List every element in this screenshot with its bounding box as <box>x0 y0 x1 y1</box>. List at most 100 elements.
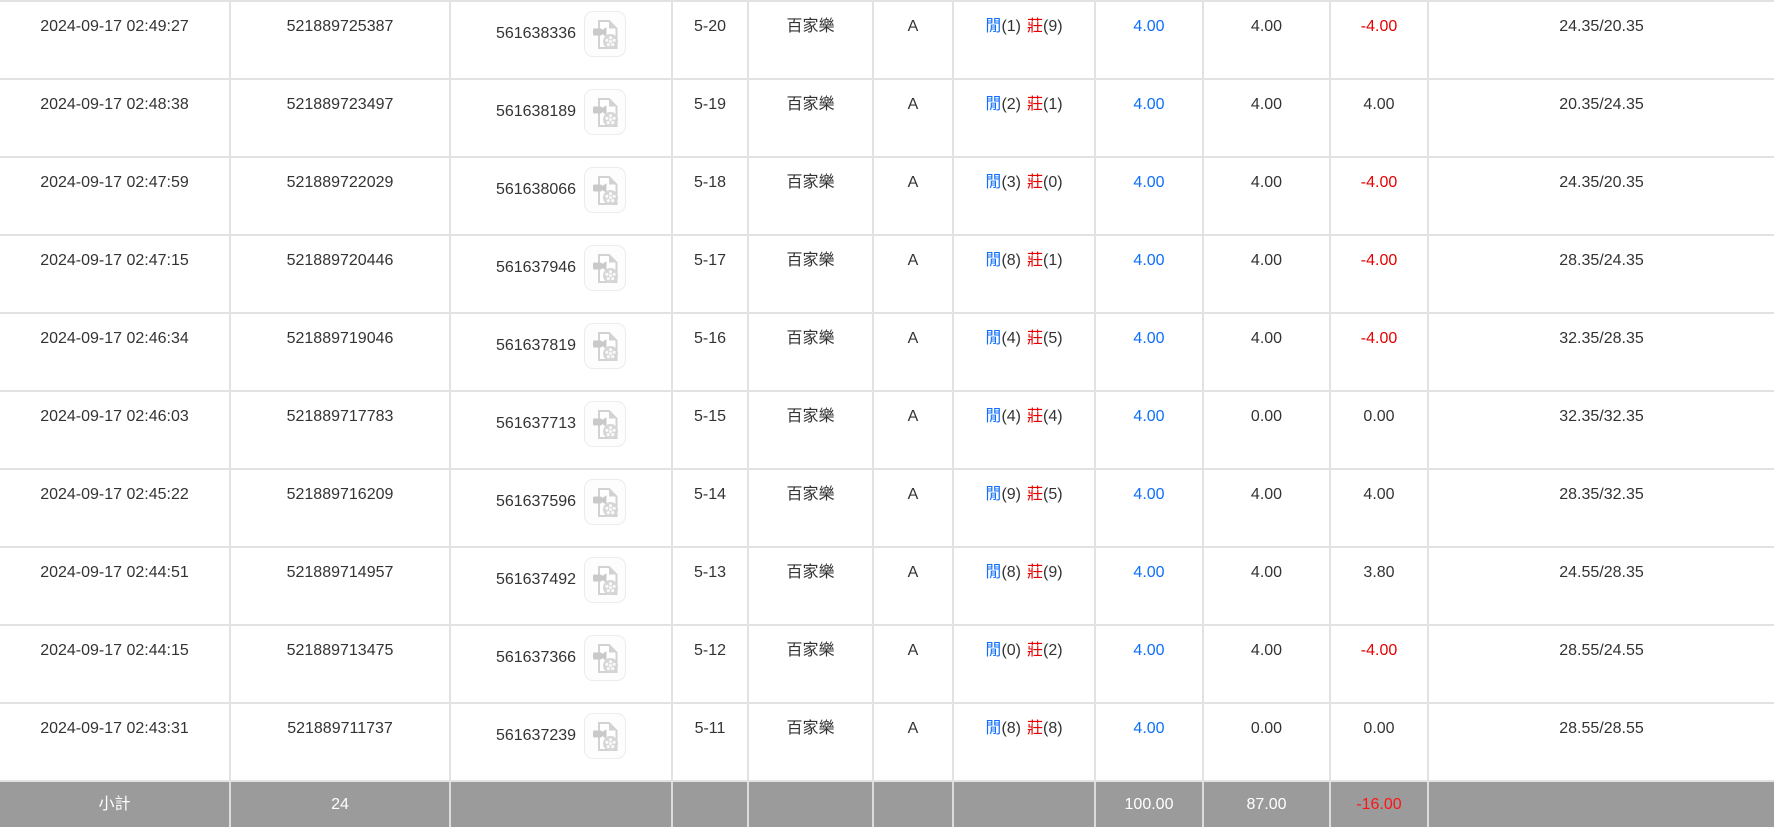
balance-cell: 24.35/20.35 <box>1428 157 1774 235</box>
banker-result-label: 莊 <box>1027 642 1043 659</box>
banker-result-score: (9) <box>1043 564 1063 581</box>
table-code-cell: A <box>873 547 953 625</box>
bet-row: 2024-09-17 02:46:03 521889717783 5616377… <box>0 391 1774 469</box>
video-film-document-icon <box>592 19 619 50</box>
balance-cell: 28.55/24.55 <box>1428 625 1774 703</box>
player-result-score: (2) <box>1001 96 1021 113</box>
result-cell: 閒(1)莊(9) <box>953 1 1095 79</box>
player-result-score: (3) <box>1001 174 1021 191</box>
video-replay-button[interactable] <box>584 401 626 447</box>
subtotal-empty-cell <box>1428 781 1774 827</box>
game-id-cell: 561638189 <box>450 79 672 157</box>
video-replay-button[interactable] <box>584 11 626 57</box>
valid-amount-cell: 4.00 <box>1203 235 1330 313</box>
table-code-cell: A <box>873 703 953 781</box>
bet-amount-link[interactable]: 4.00 <box>1095 79 1203 157</box>
bet-amount-link[interactable]: 4.00 <box>1095 469 1203 547</box>
winloss-cell: -4.00 <box>1330 1 1428 79</box>
balance-cell: 32.35/28.35 <box>1428 313 1774 391</box>
result-cell: 閒(8)莊(9) <box>953 547 1095 625</box>
game-type-cell: 百家樂 <box>748 313 873 391</box>
game-id-cell: 561637366 <box>450 625 672 703</box>
game-id-cell: 561638066 <box>450 157 672 235</box>
bet-amount-link[interactable]: 4.00 <box>1095 625 1203 703</box>
bet-amount-link[interactable]: 4.00 <box>1095 313 1203 391</box>
result-cell: 閒(0)莊(2) <box>953 625 1095 703</box>
bet-amount-link[interactable]: 4.00 <box>1095 547 1203 625</box>
banker-result-label: 莊 <box>1027 174 1043 191</box>
game-type-cell: 百家樂 <box>748 703 873 781</box>
bet-time-cell: 2024-09-17 02:44:51 <box>0 547 230 625</box>
subtotal-valid-total: 87.00 <box>1203 781 1330 827</box>
valid-amount-cell: 4.00 <box>1203 79 1330 157</box>
game-id-cell: 561637596 <box>450 469 672 547</box>
valid-amount-cell: 4.00 <box>1203 1 1330 79</box>
subtotal-empty-cell <box>953 781 1095 827</box>
bet-row: 2024-09-17 02:44:15 521889713475 5616373… <box>0 625 1774 703</box>
video-replay-button[interactable] <box>584 713 626 759</box>
bet-row: 2024-09-17 02:43:31 521889711737 5616372… <box>0 703 1774 781</box>
round-cell: 5-16 <box>672 313 748 391</box>
game-type-cell: 百家樂 <box>748 1 873 79</box>
bet-id-cell: 521889723497 <box>230 79 450 157</box>
subtotal-label: 小計 <box>0 781 230 827</box>
bet-amount-link[interactable]: 4.00 <box>1095 157 1203 235</box>
player-result-label: 閒 <box>985 564 1001 581</box>
round-cell: 5-13 <box>672 547 748 625</box>
player-result-score: (4) <box>1001 408 1021 425</box>
winloss-cell: 0.00 <box>1330 391 1428 469</box>
banker-result-label: 莊 <box>1027 330 1043 347</box>
bet-id-cell: 521889720446 <box>230 235 450 313</box>
player-result-label: 閒 <box>985 252 1001 269</box>
banker-result-label: 莊 <box>1027 96 1043 113</box>
video-replay-button[interactable] <box>584 557 626 603</box>
banker-result-label: 莊 <box>1027 720 1043 737</box>
video-replay-button[interactable] <box>584 167 626 213</box>
valid-amount-cell: 4.00 <box>1203 157 1330 235</box>
banker-result-label: 莊 <box>1027 408 1043 425</box>
table-code-cell: A <box>873 79 953 157</box>
bet-amount-link[interactable]: 4.00 <box>1095 1 1203 79</box>
round-cell: 5-12 <box>672 625 748 703</box>
game-id-cell: 561637946 <box>450 235 672 313</box>
table-code-cell: A <box>873 1 953 79</box>
video-replay-button[interactable] <box>584 245 626 291</box>
winloss-cell: -4.00 <box>1330 235 1428 313</box>
bet-amount-link[interactable]: 4.00 <box>1095 235 1203 313</box>
player-result-score: (4) <box>1001 330 1021 347</box>
balance-cell: 28.55/28.55 <box>1428 703 1774 781</box>
bet-id-cell: 521889722029 <box>230 157 450 235</box>
table-code-cell: A <box>873 469 953 547</box>
banker-result-score: (1) <box>1043 252 1063 269</box>
bet-amount-link[interactable]: 4.00 <box>1095 391 1203 469</box>
video-replay-button[interactable] <box>584 635 626 681</box>
video-film-document-icon <box>592 97 619 128</box>
video-film-document-icon <box>592 643 619 674</box>
game-id-value: 561638336 <box>496 24 576 44</box>
player-result-score: (1) <box>1001 18 1021 35</box>
table-code-cell: A <box>873 625 953 703</box>
bet-row: 2024-09-17 02:47:59 521889722029 5616380… <box>0 157 1774 235</box>
subtotal-empty-cell <box>450 781 672 827</box>
bet-id-cell: 521889714957 <box>230 547 450 625</box>
valid-amount-cell: 4.00 <box>1203 547 1330 625</box>
winloss-cell: -4.00 <box>1330 625 1428 703</box>
game-type-cell: 百家樂 <box>748 469 873 547</box>
result-cell: 閒(3)莊(0) <box>953 157 1095 235</box>
bet-time-cell: 2024-09-17 02:48:38 <box>0 79 230 157</box>
video-replay-button[interactable] <box>584 323 626 369</box>
video-film-document-icon <box>592 253 619 284</box>
balance-cell: 20.35/24.35 <box>1428 79 1774 157</box>
banker-result-score: (1) <box>1043 96 1063 113</box>
player-result-label: 閒 <box>985 174 1001 191</box>
result-cell: 閒(8)莊(8) <box>953 703 1095 781</box>
video-replay-button[interactable] <box>584 479 626 525</box>
banker-result-label: 莊 <box>1027 486 1043 503</box>
video-replay-button[interactable] <box>584 89 626 135</box>
game-type-cell: 百家樂 <box>748 547 873 625</box>
bet-amount-link[interactable]: 4.00 <box>1095 703 1203 781</box>
bet-time-cell: 2024-09-17 02:47:59 <box>0 157 230 235</box>
player-result-label: 閒 <box>985 330 1001 347</box>
game-id-cell: 561637239 <box>450 703 672 781</box>
valid-amount-cell: 0.00 <box>1203 703 1330 781</box>
